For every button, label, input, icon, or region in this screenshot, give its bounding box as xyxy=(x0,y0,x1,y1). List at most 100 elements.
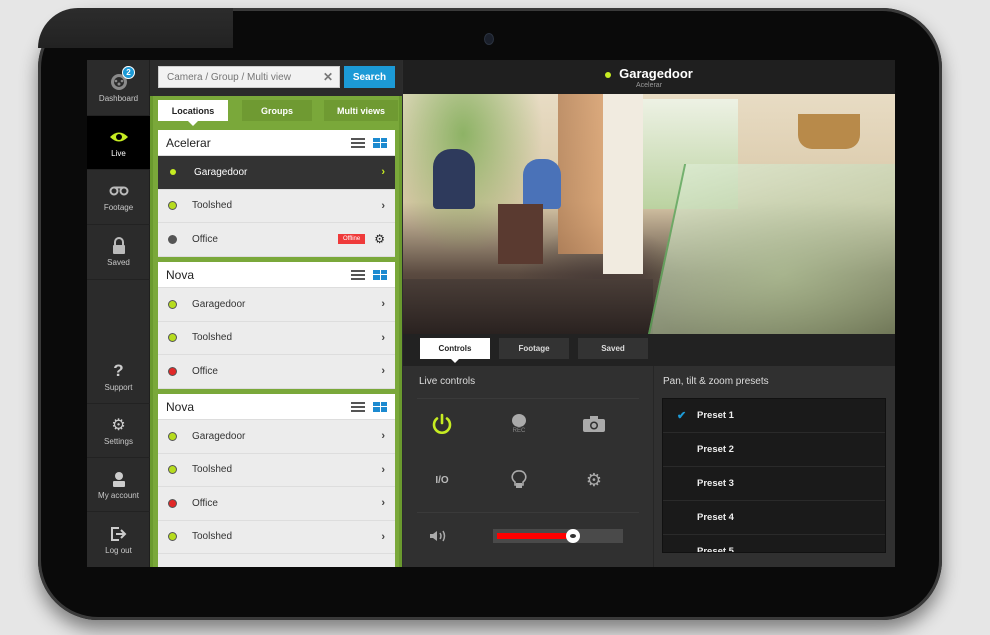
chevron-right-icon: › xyxy=(381,463,385,476)
live-controls-panel: Live controls REC I/O ⚙ xyxy=(403,366,653,567)
nav-log-out[interactable]: Log out xyxy=(87,512,150,567)
tab-locations[interactable]: Locations xyxy=(158,100,228,126)
nav-label: Live xyxy=(111,148,126,158)
tab-groups[interactable]: Groups xyxy=(242,100,312,121)
list-view-icon[interactable] xyxy=(351,269,365,280)
speaker-icon xyxy=(430,530,446,542)
group-header: Nova xyxy=(158,262,395,288)
camera-title: Garagedoor xyxy=(403,66,895,81)
nav-my-account[interactable]: My account xyxy=(87,458,150,512)
question-icon: ? xyxy=(113,360,124,380)
group-header: Nova xyxy=(158,394,395,420)
nav-footage[interactable]: Footage xyxy=(87,170,150,225)
preset-label: Preset 3 xyxy=(697,478,734,489)
tab-saved[interactable]: Saved xyxy=(578,338,648,359)
preset-item[interactable]: Preset 2 xyxy=(663,433,885,467)
chevron-right-icon: › xyxy=(381,365,385,378)
gear-icon: ⚙ xyxy=(111,416,126,434)
nav-label: Dashboard xyxy=(98,93,139,103)
live-controls-title: Live controls xyxy=(419,376,476,387)
feed-person xyxy=(523,159,561,209)
list-view-icon[interactable] xyxy=(351,137,365,148)
check-icon: ✔ xyxy=(677,410,687,422)
camera-name: Office xyxy=(192,365,218,377)
camera-row[interactable]: Garagedoor › xyxy=(158,156,395,190)
camera-row[interactable]: Office Offline ⚙ xyxy=(158,223,395,257)
nav-saved[interactable]: Saved xyxy=(87,225,150,280)
preset-item[interactable]: Preset 4 xyxy=(663,501,885,535)
nav-settings[interactable]: ⚙ Settings xyxy=(87,404,150,458)
group-title: Nova xyxy=(166,399,195,414)
camera-row[interactable]: Garagedoor › xyxy=(158,288,395,322)
list-view-icon[interactable] xyxy=(351,401,365,412)
search-input[interactable] xyxy=(158,66,340,88)
offline-badge: Offline xyxy=(338,234,366,245)
chevron-right-icon: › xyxy=(381,430,385,443)
chevron-right-icon: › xyxy=(381,199,385,212)
nav-dashboard[interactable]: 2 Dashboard xyxy=(87,60,150,116)
camera-row[interactable]: Toolshed › xyxy=(158,521,395,554)
status-dot xyxy=(168,465,177,475)
camera-settings-button[interactable]: ⚙ xyxy=(569,460,619,500)
search-button[interactable]: Search xyxy=(344,66,395,88)
snapshot-button[interactable] xyxy=(569,404,619,444)
camera-row[interactable]: Toolshed › xyxy=(158,322,395,355)
grid-view-icon[interactable] xyxy=(373,401,387,412)
gear-icon: ⚙ xyxy=(585,469,603,490)
location-group: Acelerar Garagedoor › Toolshed › Office … xyxy=(158,130,395,257)
volume-knob[interactable] xyxy=(565,529,580,543)
feed-chair xyxy=(498,204,543,264)
gear-icon[interactable]: ⚙ xyxy=(374,232,385,246)
divider xyxy=(417,398,639,399)
camera-name: Toolshed xyxy=(192,200,233,212)
grid-view-icon[interactable] xyxy=(373,269,387,280)
record-button[interactable]: REC xyxy=(494,404,544,444)
preset-label: Preset 5 xyxy=(697,546,734,553)
nav-support[interactable]: ? Support xyxy=(87,350,150,404)
tab-multi-views[interactable]: Multi views xyxy=(324,100,398,121)
camera-title-text: Garagedoor xyxy=(619,66,693,81)
volume-button[interactable] xyxy=(413,516,463,556)
camera-row[interactable]: Office › xyxy=(158,355,395,389)
nav-label: Footage xyxy=(103,203,134,212)
camera-feed[interactable] xyxy=(403,94,895,334)
status-dot xyxy=(168,234,177,244)
power-button[interactable] xyxy=(417,404,467,444)
camera-name: Garagedoor xyxy=(192,298,246,310)
nav-label: Support xyxy=(104,382,133,392)
io-button[interactable]: I/O xyxy=(417,460,467,500)
feed-wall xyxy=(603,94,643,274)
camera-name: Toolshed xyxy=(192,332,233,344)
tab-controls[interactable]: Controls xyxy=(420,338,490,363)
user-icon xyxy=(108,470,130,488)
preset-item[interactable]: Preset 3 xyxy=(663,467,885,501)
logout-icon xyxy=(108,525,130,543)
status-dot xyxy=(168,431,177,441)
locations-panel: Locations Groups Multi views Acelerar Ga… xyxy=(150,96,402,567)
nav-label: My account xyxy=(98,490,139,500)
volume-slider[interactable] xyxy=(493,529,623,543)
main-nav: 2 Dashboard Live Footage Saved ? Support xyxy=(87,60,150,567)
preset-label: Preset 1 xyxy=(697,410,734,421)
tab-footage[interactable]: Footage xyxy=(499,338,569,359)
clear-search-icon[interactable]: ✕ xyxy=(318,66,338,88)
camera-row[interactable]: Toolshed › xyxy=(158,454,395,487)
status-dot xyxy=(170,169,176,176)
app-screen: 2 Dashboard Live Footage Saved ? Support xyxy=(87,60,895,567)
ptz-panel: Pan, tilt & zoom presets ✔ Preset 1 Prese… xyxy=(653,366,895,567)
camera-row[interactable]: Toolshed › xyxy=(158,190,395,223)
grid-view-icon[interactable] xyxy=(373,137,387,148)
group-title: Nova xyxy=(166,267,195,282)
camera-row[interactable]: Office › xyxy=(158,487,395,521)
status-dot xyxy=(168,366,177,376)
light-button[interactable] xyxy=(494,460,544,500)
feed-person xyxy=(433,149,475,209)
volume-fill xyxy=(497,533,573,539)
preset-label: Preset 4 xyxy=(697,512,734,523)
preset-item[interactable]: ✔ Preset 1 xyxy=(663,399,885,433)
nav-live[interactable]: Live xyxy=(87,116,150,170)
preset-list: ✔ Preset 1 Preset 2 Preset 3 Preset 4 Pre… xyxy=(662,398,886,553)
camera-row[interactable]: Garagedoor › xyxy=(158,420,395,454)
camera-name: Garagedoor xyxy=(192,430,246,442)
preset-item[interactable]: Preset 5 xyxy=(663,535,885,553)
